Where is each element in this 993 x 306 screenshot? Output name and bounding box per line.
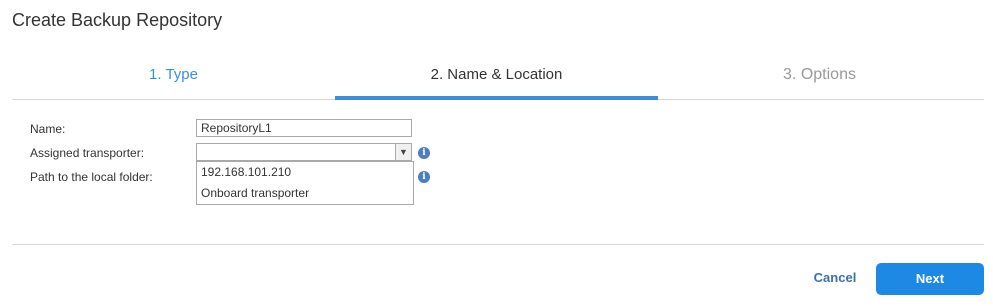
dialog-title: Create Backup Repository bbox=[12, 10, 223, 30]
tab-type[interactable]: 1. Type bbox=[12, 55, 335, 99]
footer-divider bbox=[12, 244, 984, 245]
tab-options[interactable]: 3. Options bbox=[658, 55, 981, 99]
name-label: Name: bbox=[30, 122, 66, 136]
assigned-transporter-label: Assigned transporter: bbox=[30, 146, 145, 160]
next-button[interactable]: Next bbox=[876, 263, 984, 295]
tab-name-location-label: 2. Name & Location bbox=[430, 66, 563, 83]
cancel-button[interactable]: Cancel bbox=[802, 263, 868, 293]
dropdown-option[interactable]: 192.168.101.210 bbox=[197, 162, 413, 183]
info-icon[interactable]: i bbox=[418, 171, 430, 183]
assigned-transporter-select[interactable]: ▼ bbox=[196, 143, 412, 161]
transporter-dropdown-list: 192.168.101.210 Onboard transporter bbox=[196, 161, 414, 205]
tab-name-location[interactable]: 2. Name & Location bbox=[335, 55, 658, 100]
info-icon[interactable]: i bbox=[418, 147, 430, 159]
path-label: Path to the local folder: bbox=[30, 170, 153, 184]
wizard-steps: 1. Type 2. Name & Location 3. Options bbox=[12, 55, 984, 100]
chevron-down-icon[interactable]: ▼ bbox=[395, 144, 411, 160]
dropdown-option[interactable]: Onboard transporter bbox=[197, 183, 413, 204]
active-tab-indicator bbox=[335, 96, 658, 100]
name-input[interactable]: RepositoryL1 bbox=[196, 119, 412, 137]
